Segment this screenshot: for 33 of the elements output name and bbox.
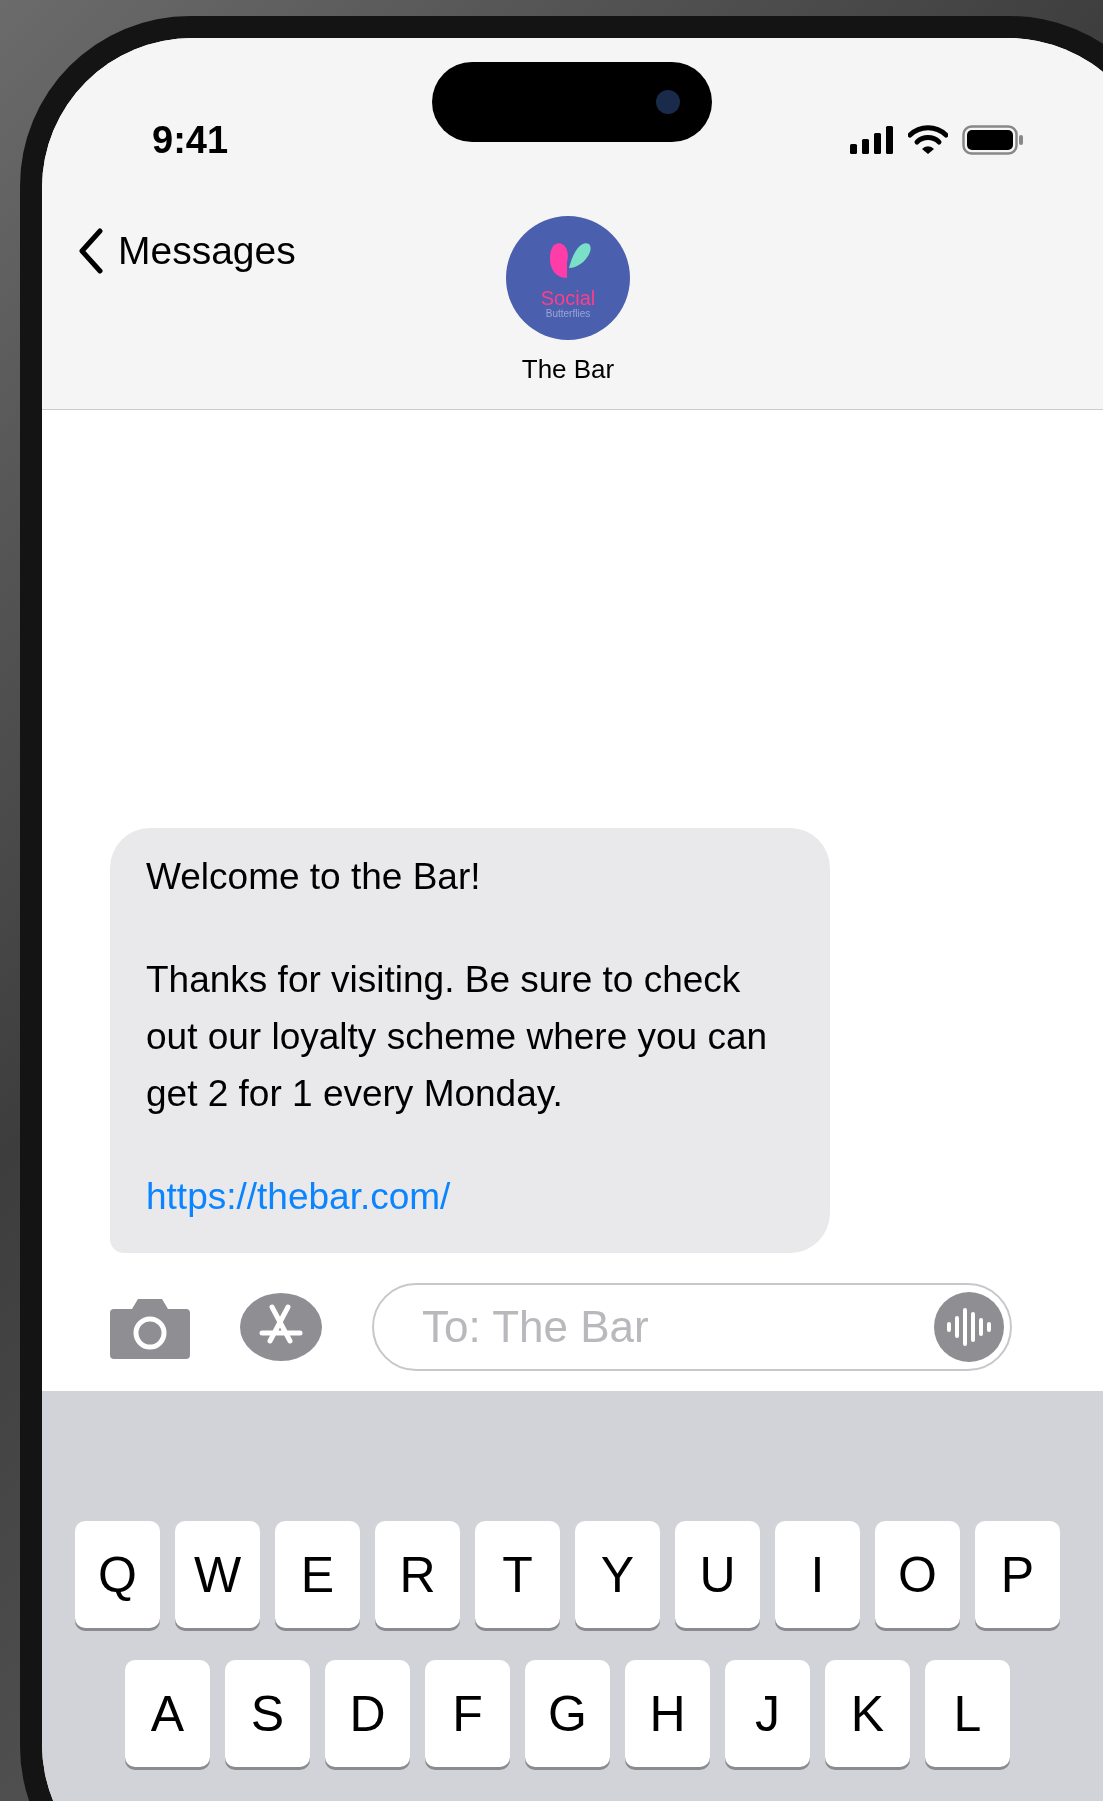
logo-title: Social bbox=[540, 287, 596, 308]
keyboard-key[interactable]: Y bbox=[575, 1521, 660, 1628]
keyboard-key[interactable]: K bbox=[825, 1660, 910, 1767]
keyboard-key[interactable]: J bbox=[725, 1660, 810, 1767]
keyboard-key[interactable]: W bbox=[175, 1521, 260, 1628]
keyboard-key[interactable]: F bbox=[425, 1660, 510, 1767]
keyboard-key[interactable]: A bbox=[125, 1660, 210, 1767]
contact-name: The Bar bbox=[521, 354, 615, 385]
keyboard-key[interactable]: I bbox=[775, 1521, 860, 1628]
voice-waveform-icon[interactable] bbox=[934, 1292, 1004, 1362]
logo-subtitle: Butterflies bbox=[545, 307, 591, 319]
keyboard-key[interactable]: R bbox=[375, 1521, 460, 1628]
battery-icon bbox=[962, 125, 1024, 155]
message-text: Thanks for visiting. Be sure to check out our loyalty scheme where you can get 2 for 1 every Monday. bbox=[146, 958, 769, 1116]
keyboard-key[interactable]: P bbox=[975, 1521, 1060, 1628]
signal-icon bbox=[850, 126, 894, 154]
keyboard-key[interactable]: T bbox=[475, 1521, 560, 1628]
keyboard-key[interactable]: O bbox=[875, 1521, 960, 1628]
chevron-left-icon bbox=[78, 228, 104, 274]
status-time: 9:41 bbox=[152, 118, 229, 162]
keyboard-key[interactable]: L bbox=[925, 1660, 1010, 1767]
message-input-field[interactable]: To: The Bar bbox=[372, 1283, 1012, 1371]
wifi-icon bbox=[908, 125, 948, 155]
message-text: Welcome to the Bar! bbox=[146, 855, 482, 899]
keyboard-key[interactable]: S bbox=[225, 1660, 310, 1767]
keyboard-key[interactable]: Q bbox=[75, 1521, 160, 1628]
keyboard-key[interactable]: G bbox=[525, 1660, 610, 1767]
keyboard-key[interactable]: E bbox=[275, 1521, 360, 1628]
app-store-icon[interactable] bbox=[240, 1293, 322, 1361]
keyboard-key[interactable]: H bbox=[625, 1660, 710, 1767]
keyboard-key[interactable]: U bbox=[675, 1521, 760, 1628]
back-button[interactable]: Messages bbox=[78, 228, 296, 274]
keyboard-key[interactable]: D bbox=[325, 1660, 410, 1767]
